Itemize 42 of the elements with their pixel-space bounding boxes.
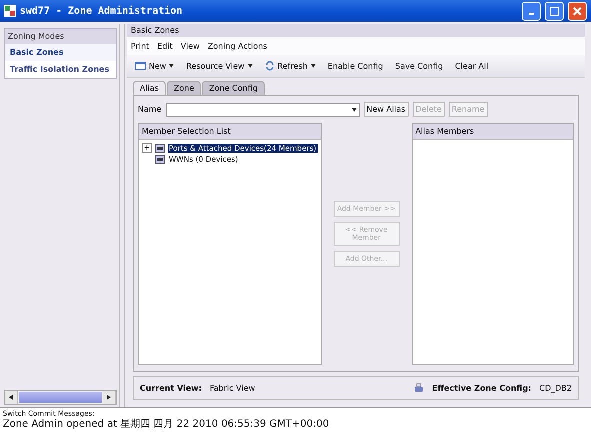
left-arrow-icon <box>9 395 13 400</box>
refresh-icon <box>264 61 275 71</box>
status-label: Effective Zone Config: <box>432 384 532 392</box>
minimize-button[interactable] <box>522 2 541 20</box>
window-title: swd77 - Zone Administration <box>20 6 184 16</box>
sidebar-item[interactable]: Basic Zones <box>5 44 116 61</box>
toolbar-button[interactable]: Clear All <box>451 60 493 72</box>
menu-item[interactable]: Edit <box>157 42 173 50</box>
menu-item[interactable]: Zoning Actions <box>208 42 268 50</box>
close-button[interactable] <box>568 2 587 20</box>
horizontal-scrollbar[interactable] <box>4 390 117 405</box>
caret-icon <box>310 64 316 68</box>
toolbar-button[interactable]: Resource View <box>182 60 257 72</box>
list-title: Alias Members <box>412 124 573 140</box>
maximize-button[interactable] <box>545 2 564 20</box>
list-title: Member Selection List <box>139 124 321 140</box>
tab[interactable]: Alias <box>133 81 166 95</box>
panel-title: Basic Zones <box>127 24 585 37</box>
message-line: Zone Admin opened at 星期四 四月 22 2010 06:55:39 GMT+00:00 <box>3 419 330 430</box>
alias-button[interactable]: New Alias <box>364 102 409 117</box>
status-value: CD_DB2 <box>540 384 572 392</box>
toolbar-button[interactable]: Enable Config <box>324 60 388 72</box>
close-icon <box>573 6 582 16</box>
name-dropdown[interactable] <box>166 102 360 116</box>
menu-item[interactable]: View <box>180 42 200 50</box>
status-value: Fabric View <box>210 384 256 392</box>
right-arrow-icon <box>107 395 111 400</box>
window-icon <box>135 62 146 70</box>
sidebar-title: Zoning Modes <box>5 29 116 44</box>
caret-icon <box>169 64 174 68</box>
tab[interactable]: Zone Config <box>202 81 265 95</box>
toolbar-button[interactable]: New <box>131 60 178 72</box>
status-label: Current View: <box>140 384 202 392</box>
menu-item[interactable]: Print <box>131 42 150 50</box>
toolbar-button[interactable]: Refresh <box>260 59 320 73</box>
caret-icon <box>352 108 357 112</box>
toolbar-button[interactable]: Save Config <box>391 60 448 72</box>
name-label: Name <box>138 105 162 114</box>
tab[interactable]: Zone <box>167 81 202 95</box>
caret-icon <box>248 64 253 68</box>
maximize-icon <box>550 6 559 16</box>
app-icon <box>4 5 16 17</box>
